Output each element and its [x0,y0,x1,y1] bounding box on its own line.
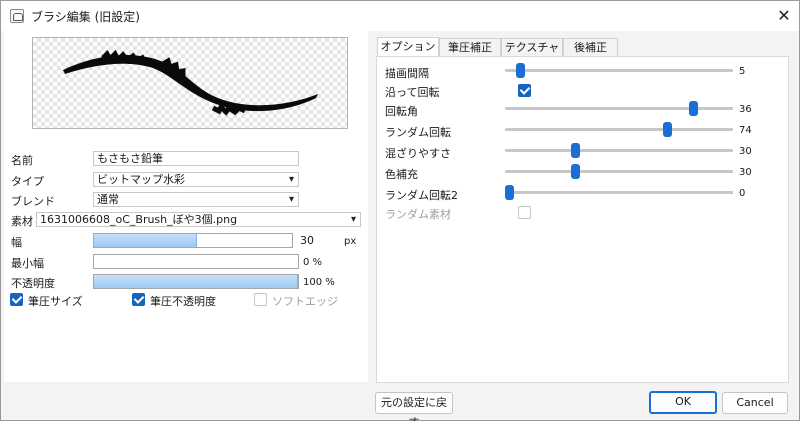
width-bar[interactable] [93,233,293,248]
reset-defaults-button[interactable]: 元の設定に戻す [375,392,453,421]
min-width-bar[interactable] [93,254,299,269]
min-width-label: 最小幅 [11,257,44,270]
mixing-label: 混ざりやすさ [385,147,451,160]
soft-edge-label: ソフトエッジ [272,295,338,308]
tab-post-correction[interactable]: 後補正 [563,38,618,56]
opacity-label: 不透明度 [11,277,55,290]
rotation-angle-label: 回転角 [385,105,418,118]
opacity-value: 100 % [303,277,335,288]
material-select-value: 1631006608_oC_Brush_ぼや3個.png [40,213,238,226]
pressure-opacity-label: 筆圧不透明度 [150,295,216,308]
rotation-angle-slider-track[interactable] [505,107,733,110]
min-width-value: 0 % [303,257,323,268]
width-value-field[interactable]: 30 [296,233,339,248]
type-select-value: ビットマップ水彩 [97,173,185,186]
width-label: 幅 [11,236,22,249]
type-label: タイプ [11,175,44,188]
tab-pressure-correction[interactable]: 筆圧補正 [439,38,501,56]
random-rotation2-slider-track[interactable] [505,191,733,194]
color-fill-slider-thumb[interactable] [570,164,580,179]
blend-select-value: 通常 [97,193,119,206]
mixing-value: 30 [739,146,752,157]
pressure-size-label: 筆圧サイズ [28,295,83,308]
close-icon[interactable]: ✕ [771,3,797,29]
mixing-slider-thumb[interactable] [570,143,580,158]
tab-options[interactable]: オプション [377,37,439,57]
opacity-bar-fill [94,275,298,288]
pressure-size-checkbox[interactable] [10,293,23,306]
rotation-angle-slider-thumb[interactable] [688,101,698,116]
blend-select[interactable]: 通常 [93,192,299,207]
follow-rotation-checkbox[interactable] [518,84,531,97]
mixing-slider-track[interactable] [505,149,733,152]
interval-slider-thumb[interactable] [515,63,525,78]
type-select[interactable]: ビットマップ水彩 [93,172,299,187]
cancel-button[interactable]: Cancel [722,392,788,414]
random-rotation2-slider-thumb[interactable] [505,185,514,200]
material-select[interactable]: 1631006608_oC_Brush_ぼや3個.png [36,212,361,227]
name-field[interactable]: もさもさ鉛筆 [93,151,299,166]
random-rotation-slider-thumb[interactable] [662,122,672,137]
name-label: 名前 [11,154,33,167]
brush-stroke-preview [63,49,318,116]
color-fill-label: 色補充 [385,168,418,181]
random-rotation-value: 74 [739,125,752,136]
pressure-opacity-checkbox[interactable] [132,293,145,306]
random-rotation-slider-track[interactable] [505,128,733,131]
tab-texture[interactable]: テクスチャ [501,38,563,56]
ok-button[interactable]: OK [649,391,717,414]
width-bar-fill [94,234,197,247]
rotation-angle-value: 36 [739,104,752,115]
app-icon [10,9,24,23]
color-fill-value: 30 [739,167,752,178]
random-rotation2-label: ランダム回転2 [385,189,458,202]
follow-rotation-label: 沿って回転 [385,86,440,99]
interval-slider-track[interactable] [505,69,733,72]
interval-label: 描画間隔 [385,67,429,80]
material-label: 素材 [11,215,33,228]
random-rotation-label: ランダム回転 [385,126,451,139]
opacity-bar[interactable] [93,274,299,289]
interval-value: 5 [739,66,746,77]
brush-preview [32,37,348,129]
color-fill-slider-track[interactable] [505,170,733,173]
random-material-checkbox[interactable] [518,206,531,219]
random-material-label: ランダム素材 [385,208,451,221]
window-title: ブラシ編集 (旧設定) [31,10,140,24]
random-rotation2-value: 0 [739,188,746,199]
soft-edge-checkbox[interactable] [254,293,267,306]
title-bar: ブラシ編集 (旧設定) ✕ [1,1,799,31]
width-unit: px [344,236,357,247]
blend-label: ブレンド [11,195,55,208]
brush-stroke [63,55,318,112]
